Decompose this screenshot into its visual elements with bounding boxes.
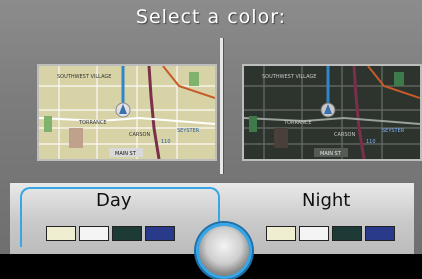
map-label: CARSON	[129, 132, 150, 138]
swatch-3	[332, 226, 362, 241]
night-label: Night	[302, 190, 351, 211]
map-label: CARSON	[334, 132, 355, 138]
park-area	[249, 116, 257, 132]
swatch-2	[79, 226, 109, 241]
color-select-screen: Select a color: SOUTHWEST VILLAGE TORRAN…	[0, 0, 422, 279]
selector-knob[interactable]	[196, 223, 252, 279]
map-label: MAIN ST	[320, 151, 342, 157]
night-swatches	[266, 226, 395, 241]
swatch-4	[365, 226, 395, 241]
page-title: Select a color:	[135, 6, 287, 28]
day-map-preview: SOUTHWEST VILLAGE TORRANCE CARSON MAIN S…	[37, 64, 217, 161]
building-area	[69, 128, 83, 148]
vertical-divider	[220, 38, 223, 174]
park-area	[394, 72, 404, 86]
map-label: SOUTHWEST VILLAGE	[262, 74, 316, 80]
day-swatches	[46, 226, 175, 241]
map-label: SEYSTER	[177, 128, 200, 134]
day-map: SOUTHWEST VILLAGE TORRANCE CARSON MAIN S…	[39, 66, 215, 159]
swatch-1	[266, 226, 296, 241]
day-label: Day	[96, 190, 132, 211]
park-area	[189, 72, 199, 86]
map-label: SEYSTER	[382, 128, 405, 134]
swatch-1	[46, 226, 76, 241]
map-label: 110	[366, 139, 376, 145]
map-label: TORRANCE	[78, 120, 107, 126]
swatch-2	[299, 226, 329, 241]
map-label: 110	[161, 139, 171, 145]
park-area	[44, 116, 52, 132]
map-label: SOUTHWEST VILLAGE	[57, 74, 111, 80]
map-label: TORRANCE	[283, 120, 312, 126]
swatch-4	[145, 226, 175, 241]
night-map-preview: SOUTHWEST VILLAGE TORRANCE CARSON MAIN S…	[242, 64, 422, 161]
map-label: MAIN ST	[115, 151, 137, 157]
swatch-3	[112, 226, 142, 241]
building-area	[274, 128, 288, 148]
night-map: SOUTHWEST VILLAGE TORRANCE CARSON MAIN S…	[244, 66, 420, 159]
